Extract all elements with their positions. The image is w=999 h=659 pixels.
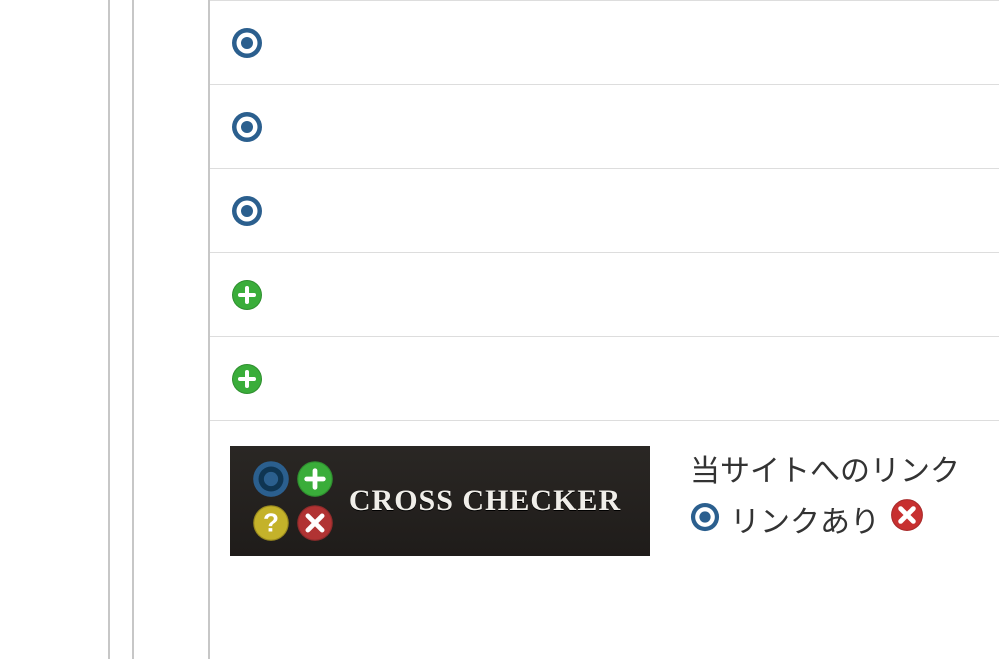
- question-mini-icon: ?: [252, 504, 290, 542]
- table-row: [210, 169, 999, 253]
- app-root: ? CROSS CHECKER: [0, 0, 999, 659]
- circle-legend-icon: [690, 497, 720, 548]
- circle-mini-icon: [252, 460, 290, 498]
- banner-title: CROSS CHECKER: [338, 484, 632, 518]
- circle-status-icon[interactable]: [230, 26, 264, 60]
- footer-area: ? CROSS CHECKER: [210, 421, 999, 556]
- table-row: [210, 85, 999, 169]
- x-legend-icon: [890, 497, 924, 548]
- circle-status-icon[interactable]: [230, 110, 264, 144]
- banner-icon-grid: ?: [248, 456, 338, 546]
- x-mini-icon: [296, 504, 334, 542]
- legend-label-ok: リンクあり: [730, 497, 880, 548]
- table-row: [210, 1, 999, 85]
- link-list: [210, 0, 999, 421]
- main-area: ? CROSS CHECKER: [210, 0, 999, 659]
- cross-checker-banner[interactable]: ? CROSS CHECKER: [230, 446, 650, 556]
- gutter-line: [108, 0, 110, 659]
- legend-block: 当サイトへのリンク リンクあり: [690, 446, 960, 548]
- gutter-line: [132, 0, 134, 659]
- table-row: [210, 337, 999, 421]
- circle-status-icon[interactable]: [230, 194, 264, 228]
- plus-add-icon[interactable]: [230, 362, 264, 396]
- table-row: [210, 253, 999, 337]
- svg-text:?: ?: [263, 507, 279, 537]
- legend-header: 当サイトへのリンク: [690, 446, 960, 497]
- plus-mini-icon: [296, 460, 334, 498]
- plus-add-icon[interactable]: [230, 278, 264, 312]
- legend-row-ok: リンクあり: [690, 497, 960, 548]
- left-gutter: [0, 0, 210, 659]
